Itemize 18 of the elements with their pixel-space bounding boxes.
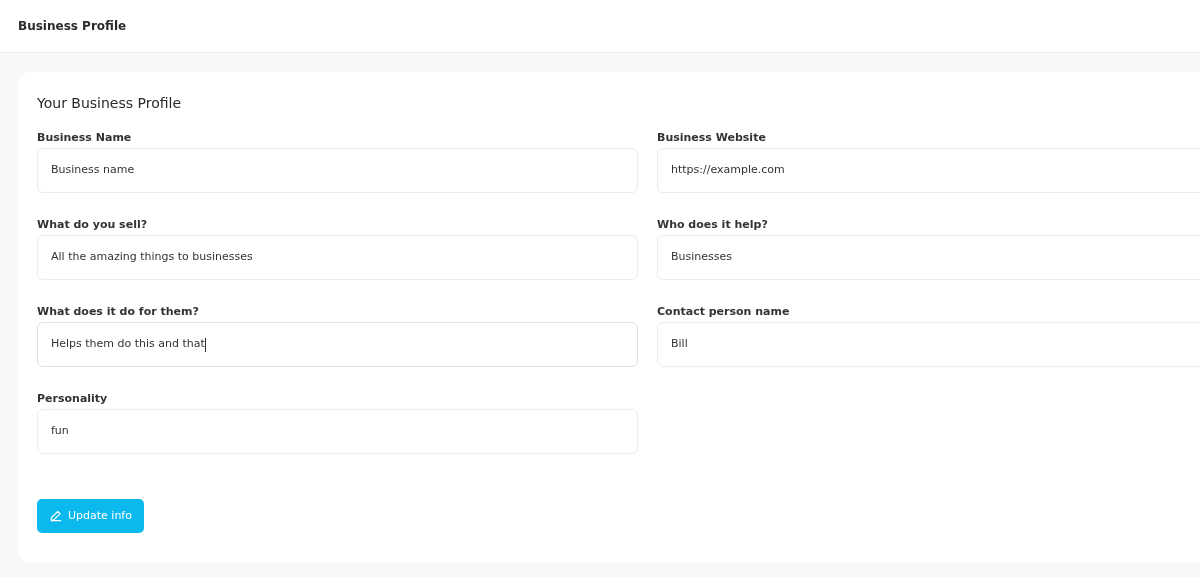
field-label: Who does it help? xyxy=(657,218,769,232)
input-field[interactable]: Bill xyxy=(657,322,1200,367)
input-field[interactable]: Helps them do this and that xyxy=(37,322,638,367)
page-title: Business Profile xyxy=(18,18,127,35)
input-field[interactable]: Business name xyxy=(37,148,638,193)
input-field[interactable]: Businesses xyxy=(657,235,1200,280)
field-label: Business Name xyxy=(37,131,133,145)
input-field[interactable]: All the amazing things to businesses xyxy=(37,235,638,280)
pencil-icon xyxy=(49,509,63,523)
field-label: What does it do for them? xyxy=(37,305,200,319)
field-label: Business Website xyxy=(657,131,767,145)
text-cursor xyxy=(204,337,206,352)
input-field[interactable]: https://example.com xyxy=(657,148,1200,193)
field-label: Contact person name xyxy=(657,305,791,319)
card-title: Your Business Profile xyxy=(37,94,183,112)
input-field[interactable]: fun xyxy=(37,409,638,454)
field-label: What do you sell? xyxy=(37,218,149,232)
field-label: Personality xyxy=(37,392,109,406)
